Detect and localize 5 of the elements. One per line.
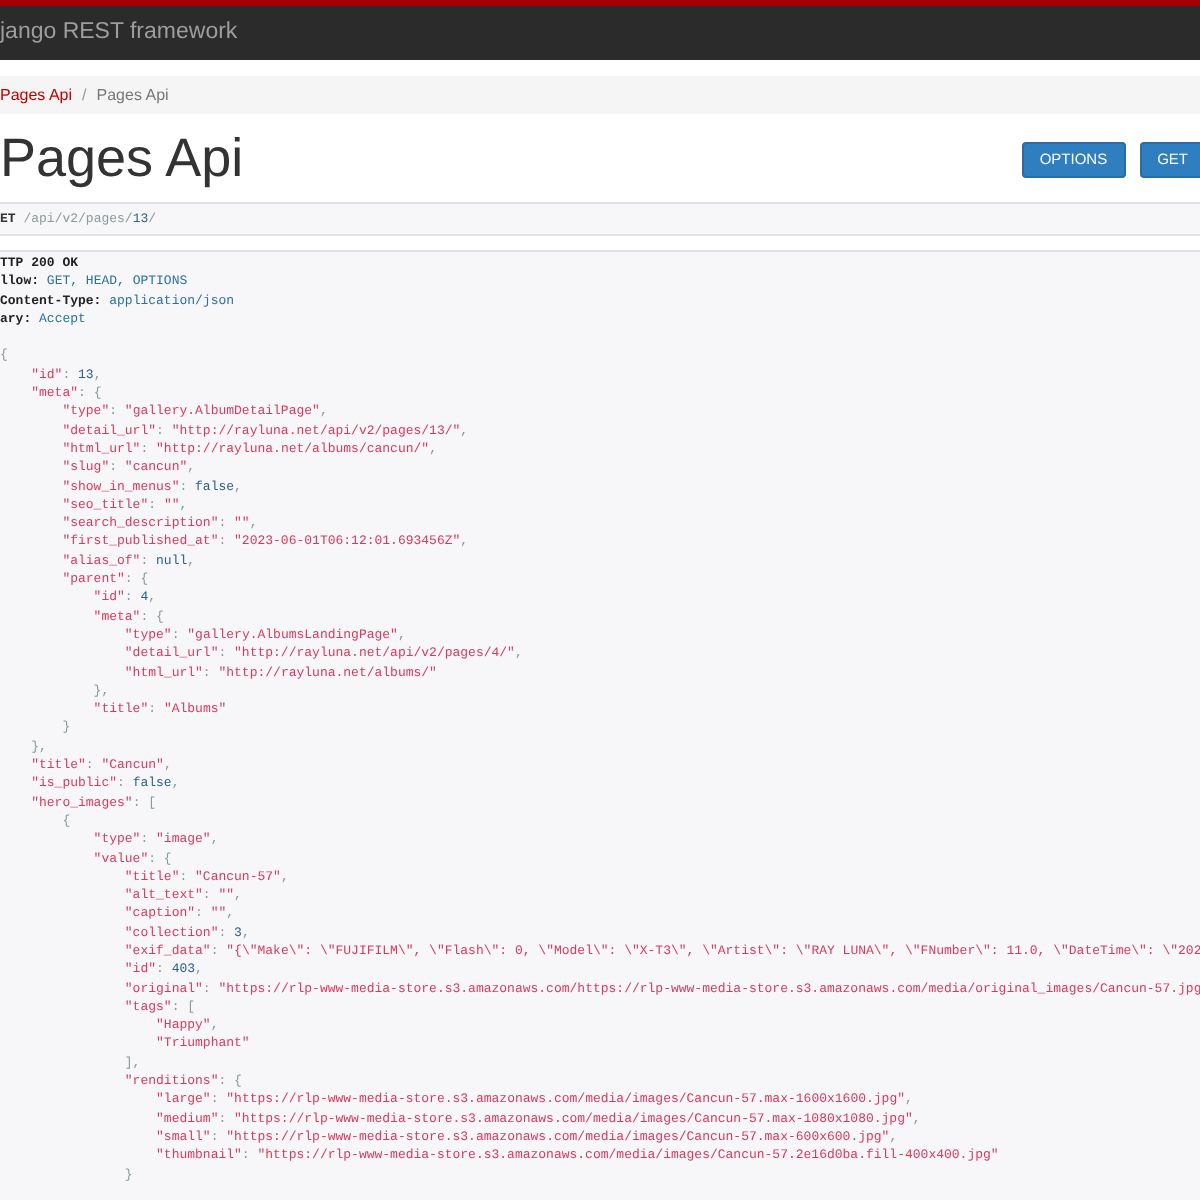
breadcrumb-link[interactable]: Pages Api <box>0 83 73 107</box>
breadcrumb-current: Pages Api <box>96 83 169 107</box>
page-title: Pages Api <box>0 132 244 186</box>
breadcrumb-separator: / <box>82 83 87 107</box>
brand-link[interactable]: jango REST framework <box>0 15 238 51</box>
